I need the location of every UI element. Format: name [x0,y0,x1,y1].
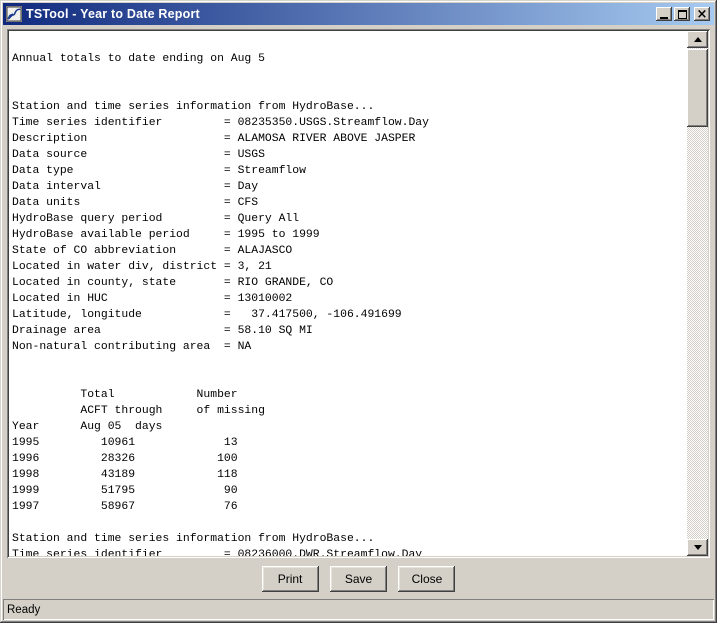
scroll-up-button[interactable] [687,31,708,48]
tstool-window: TSTool - Year to Date Report × Annual to… [0,0,717,623]
close-button[interactable]: × [694,7,710,21]
scrollbar-thumb[interactable] [687,49,708,127]
status-text: Ready [7,603,41,616]
scroll-down-button[interactable] [687,539,708,556]
maximize-icon [677,9,687,19]
close-report-button[interactable]: Close [398,566,456,592]
window-controls: × [656,7,710,21]
report-text[interactable]: Annual totals to date ending on Aug 5 St… [9,31,685,556]
status-bar: Ready [3,599,714,620]
close-icon: × [696,6,708,22]
button-row: Print Save Close [0,566,717,592]
maximize-button[interactable] [674,7,690,21]
print-button[interactable]: Print [261,566,319,592]
up-arrow-icon [693,37,702,42]
minimize-button[interactable] [656,7,672,21]
save-button[interactable]: Save [330,566,387,592]
report-scroll-pane: Annual totals to date ending on Aug 5 St… [7,29,710,558]
window-title: TSTool - Year to Date Report [26,7,200,21]
minimize-icon [660,16,668,19]
tstool-app-icon[interactable] [6,6,22,22]
title-bar[interactable]: TSTool - Year to Date Report × [3,3,714,25]
vertical-scrollbar [687,31,708,556]
down-arrow-icon [693,545,702,550]
